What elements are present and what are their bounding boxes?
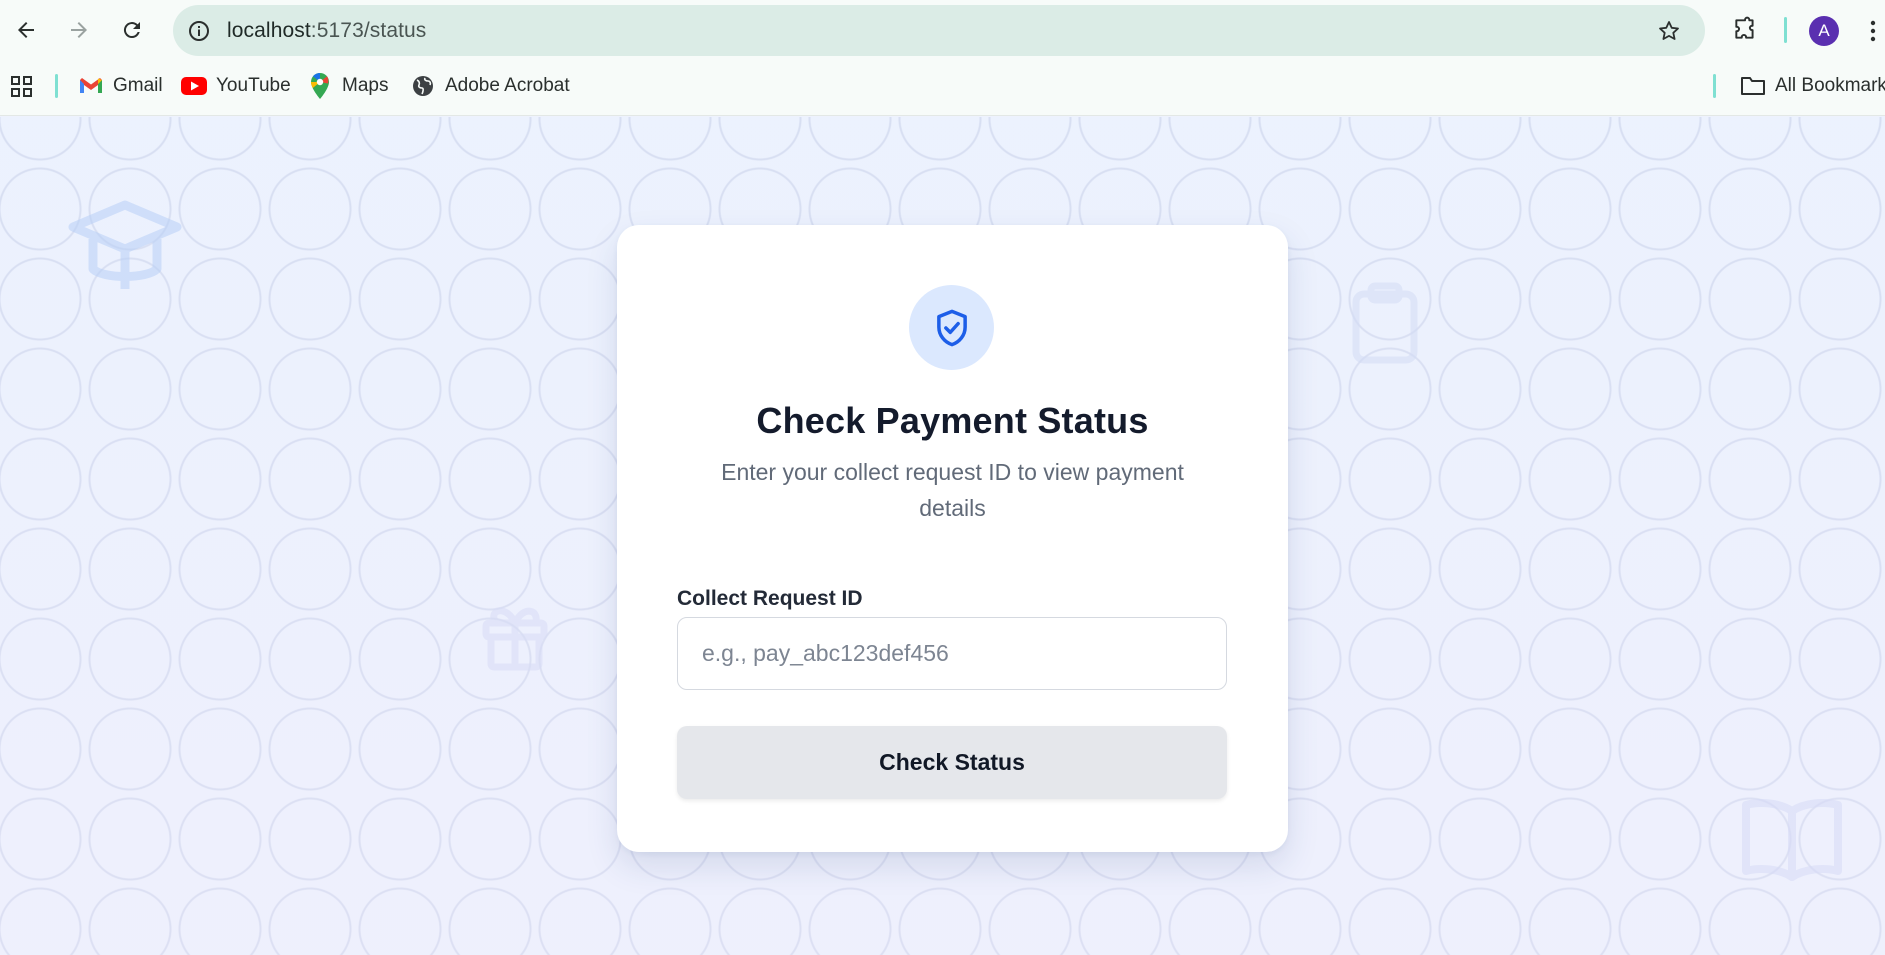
page-title: Check Payment Status [756, 400, 1149, 441]
back-button[interactable] [8, 12, 44, 48]
bookmark-maps[interactable]: Maps [307, 71, 388, 101]
browser-toolbar: localhost:5173/status A [0, 0, 1885, 60]
collect-request-id-label: Collect Request ID [677, 587, 863, 610]
arrow-right-icon [71, 22, 87, 38]
open-book-icon [1742, 799, 1842, 881]
reload-button[interactable] [114, 12, 150, 48]
globe-icon [410, 73, 436, 99]
youtube-icon [181, 73, 207, 99]
gmail-icon [78, 73, 104, 99]
page-background: Check Payment Status Enter your collect … [0, 117, 1885, 955]
collect-request-id-input[interactable] [677, 617, 1227, 690]
bookmarks-bar: Gmail YouTube Maps Adobe Acrobat All Boo… [0, 66, 1885, 106]
toolbar-divider [1784, 17, 1787, 43]
bookmarks-divider [55, 74, 58, 98]
profile-avatar[interactable]: A [1809, 16, 1839, 46]
bookmark-label: Gmail [113, 75, 163, 96]
folder-icon [1740, 73, 1766, 99]
payment-status-card: Check Payment Status Enter your collect … [617, 225, 1288, 852]
apps-grid-icon[interactable] [10, 75, 34, 99]
bookmark-gmail[interactable]: Gmail [78, 71, 163, 101]
page-subtitle: Enter your collect request ID to view pa… [721, 459, 1184, 521]
all-bookmarks-label: All Bookmarks [1775, 75, 1885, 96]
bookmark-label: Maps [342, 75, 389, 96]
bookmark-adobe-acrobat[interactable]: Adobe Acrobat [410, 71, 570, 101]
bookmark-youtube[interactable]: YouTube [181, 71, 291, 101]
check-status-button[interactable]: Check Status [677, 726, 1227, 799]
reload-icon [123, 22, 140, 39]
forward-button[interactable] [61, 12, 97, 48]
url-host: localhost [227, 19, 311, 42]
gift-icon [482, 607, 548, 671]
all-bookmarks[interactable]: All Bookmarks [1740, 71, 1885, 101]
bookmark-label: Adobe Acrobat [445, 75, 570, 96]
extensions-puzzle-icon[interactable] [1730, 14, 1760, 44]
graduation-cap-icon [68, 200, 182, 289]
bookmark-star-icon[interactable] [1655, 17, 1683, 45]
bookmarks-divider-right [1713, 74, 1716, 98]
shield-badge [909, 285, 994, 370]
maps-icon [307, 73, 333, 99]
kebab-menu-icon[interactable] [1866, 16, 1880, 46]
url-path: :5173/status [310, 19, 427, 42]
address-bar[interactable]: localhost:5173/status [173, 5, 1705, 56]
browser-chrome: localhost:5173/status A Gmail YouTube Ma… [0, 0, 1885, 116]
url-text[interactable]: localhost:5173/status [227, 19, 426, 43]
site-info-icon[interactable] [186, 18, 212, 44]
bookmark-label: YouTube [216, 75, 291, 96]
clipboard-icon [1352, 282, 1418, 364]
shield-check-icon [936, 309, 967, 346]
arrow-left-icon [18, 22, 34, 38]
